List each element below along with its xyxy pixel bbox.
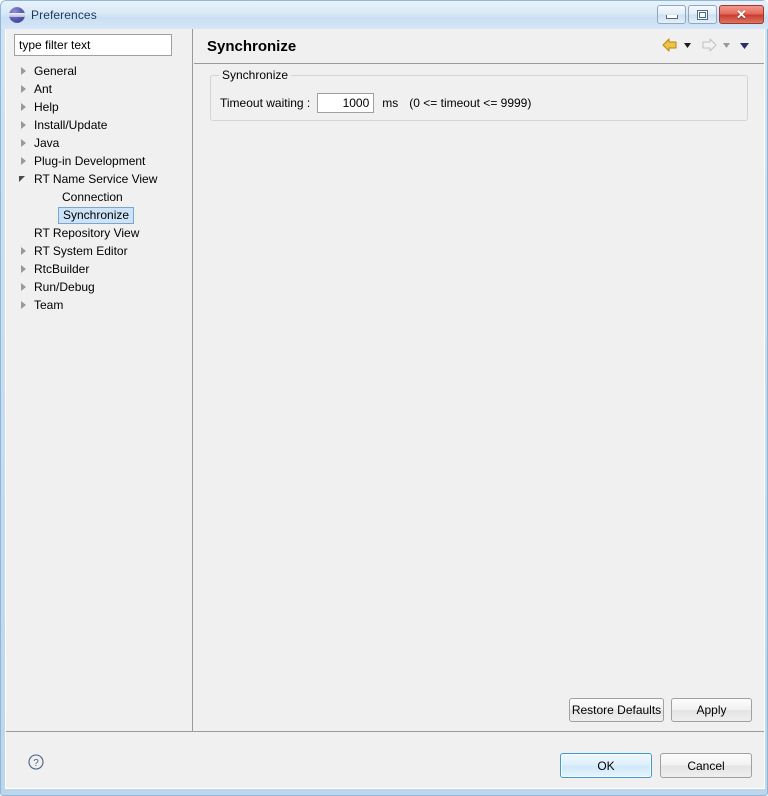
twisty-expanded-icon[interactable] (16, 170, 32, 188)
tree-item-label: RtcBuilder (34, 262, 90, 276)
tree-item-help[interactable]: Help (6, 98, 192, 116)
twisty-collapsed-icon[interactable] (16, 260, 32, 278)
timeout-input[interactable] (317, 93, 375, 113)
twisty-collapsed-icon[interactable] (16, 278, 32, 296)
window-title: Preferences (31, 8, 97, 22)
restore-button[interactable] (688, 5, 717, 24)
twisty-collapsed-icon[interactable] (16, 134, 32, 152)
tree-item-connection[interactable]: Connection (6, 188, 192, 206)
tree-item-label: Help (34, 100, 59, 114)
timeout-range-hint: (0 <= timeout <= 9999) (409, 96, 532, 110)
tree-item-label: RT Repository View (34, 226, 140, 240)
timeout-row: Timeout waiting : ms (0 <= timeout <= 99… (220, 93, 531, 113)
twisty-collapsed-icon[interactable] (16, 116, 32, 134)
ok-button[interactable]: OK (560, 753, 652, 778)
timeout-label: Timeout waiting : (220, 96, 311, 110)
close-button[interactable]: ✕ (719, 5, 764, 24)
title-bar: Preferences ✕ (1, 1, 768, 29)
tree-item-rt-name-service-view[interactable]: RT Name Service View (6, 170, 192, 188)
page-title: Synchronize (207, 38, 297, 55)
tree-item-install-update[interactable]: Install/Update (6, 116, 192, 134)
tree-item-rtcbuilder[interactable]: RtcBuilder (6, 260, 192, 278)
preferences-window: Preferences ✕ General Ant Help Install/Upda… (0, 0, 768, 796)
twisty-collapsed-icon[interactable] (16, 98, 32, 116)
tree-item-label: General (34, 64, 77, 78)
view-menu-chevron-down-icon[interactable] (739, 37, 754, 53)
page-nav-toolbar (661, 37, 754, 53)
tree-item-label: Plug-in Development (34, 154, 146, 168)
twisty-none (16, 224, 32, 242)
help-question-icon[interactable]: ? (28, 754, 44, 770)
tree-item-label: Connection (62, 190, 123, 204)
tree-item-label: RT Name Service View (34, 172, 158, 186)
minimize-button[interactable] (657, 5, 686, 24)
tree-item-label: Install/Update (34, 118, 108, 132)
timeout-unit-label: ms (382, 96, 399, 110)
twisty-collapsed-icon[interactable] (16, 296, 32, 314)
preference-page-pane: Synchronize Synchronize Timeout waiting … (194, 29, 764, 731)
tree-item-team[interactable]: Team (6, 296, 192, 314)
tree-item-plug-in-development[interactable]: Plug-in Development (6, 152, 192, 170)
page-header: Synchronize (194, 29, 764, 64)
eclipse-sphere-icon (9, 7, 25, 23)
apply-button[interactable]: Apply (671, 698, 752, 722)
restore-icon (697, 9, 708, 20)
twisty-none (44, 206, 60, 224)
tree-item-run-debug[interactable]: Run/Debug (6, 278, 192, 296)
synchronize-group-label: Synchronize (219, 68, 292, 82)
twisty-none (44, 188, 60, 206)
tree-item-rt-system-editor[interactable]: RT System Editor (6, 242, 192, 260)
restore-defaults-button[interactable]: Restore Defaults (569, 698, 664, 722)
dialog-footer: ? OK Cancel (6, 732, 764, 788)
tree-item-label: Synchronize (58, 206, 135, 224)
tree-item-ant[interactable]: Ant (6, 80, 192, 98)
dialog-client-area: General Ant Help Install/Update Java Plug-in … (5, 29, 765, 789)
svg-text:?: ? (33, 758, 39, 769)
preference-tree[interactable]: General Ant Help Install/Update Java Plug-in … (6, 62, 192, 730)
twisty-collapsed-icon[interactable] (16, 80, 32, 98)
window-controls: ✕ (657, 5, 764, 24)
forward-arrow-icon (700, 37, 718, 53)
cancel-button[interactable]: Cancel (660, 753, 752, 778)
tree-item-synchronize[interactable]: Synchronize (6, 206, 192, 224)
preference-tree-pane: General Ant Help Install/Update Java Plug-in … (6, 29, 193, 731)
tree-item-general[interactable]: General (6, 62, 192, 80)
minimize-icon (665, 15, 678, 19)
twisty-collapsed-icon[interactable] (16, 152, 32, 170)
synchronize-group: Synchronize Timeout waiting : ms (0 <= t… (210, 68, 748, 121)
tree-item-label: Java (34, 136, 60, 150)
twisty-collapsed-icon[interactable] (16, 62, 32, 80)
close-icon: ✕ (736, 7, 747, 22)
back-arrow-icon[interactable] (661, 37, 679, 53)
filter-input[interactable] (14, 34, 172, 56)
tree-item-label: RT System Editor (34, 244, 128, 258)
twisty-collapsed-icon[interactable] (16, 242, 32, 260)
tree-item-rt-repository-view[interactable]: RT Repository View (6, 224, 192, 242)
forward-menu-chevron-down-icon (721, 37, 736, 53)
back-menu-chevron-down-icon[interactable] (682, 37, 697, 53)
tree-item-label: Team (34, 298, 64, 312)
tree-item-label: Ant (34, 82, 53, 96)
tree-item-label: Run/Debug (34, 280, 95, 294)
tree-item-java[interactable]: Java (6, 134, 192, 152)
